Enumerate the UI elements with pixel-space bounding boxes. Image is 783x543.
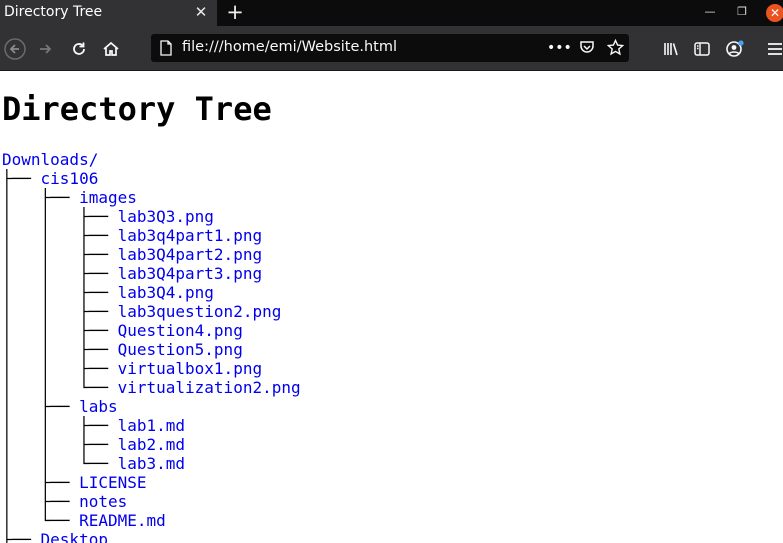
tab-strip: Directory Tree ✕ + — ❐ ✕ <box>0 0 783 26</box>
forward-arrow-icon[interactable] <box>35 38 57 60</box>
tree-row: │ └── README.md <box>2 511 301 530</box>
tree-row: │ │ ├── lab3question2.png <box>2 302 301 321</box>
tree-entry-link[interactable]: lab3Q4part2.png <box>118 245 263 264</box>
bookmark-star-icon[interactable] <box>606 38 624 57</box>
tree-row: │ │ ├── lab3q4part1.png <box>2 226 301 245</box>
pocket-icon[interactable] <box>578 39 596 57</box>
tree-branch: │ │ ├── <box>2 226 118 245</box>
tree-branch: │ │ ├── <box>2 435 118 454</box>
restore-window-icon[interactable]: ❐ <box>734 4 750 20</box>
tree-entry-link[interactable]: lab3Q4.png <box>118 283 214 302</box>
nav-toolbar: file:///home/emi/Website.html ••• <box>0 26 783 71</box>
tree-row: │ │ ├── lab3Q4.png <box>2 283 301 302</box>
menu-icon[interactable] <box>764 38 783 60</box>
tree-branch: │ │ ├── <box>2 264 118 283</box>
tree-row: │ │ ├── lab2.md <box>2 435 301 454</box>
tree-entry-link[interactable]: virtualization2.png <box>118 378 301 397</box>
directory-tree: Downloads/├── cis106 │ ├── images │ │ ├── … <box>2 150 301 543</box>
tree-row: │ │ ├── Question4.png <box>2 321 301 340</box>
tree-entry-link[interactable]: lab3Q3.png <box>118 207 214 226</box>
tree-entry-link[interactable]: lab3.md <box>118 454 185 473</box>
tree-row: │ │ ├── lab3Q3.png <box>2 207 301 226</box>
library-icon[interactable] <box>660 38 682 60</box>
tree-branch: ├── <box>2 169 41 188</box>
tree-entry-link[interactable]: LICENSE <box>79 473 146 492</box>
tree-branch: │ │ ├── <box>2 416 118 435</box>
tree-entry-link[interactable]: notes <box>79 492 127 511</box>
tree-entry-link[interactable]: Question5.png <box>118 340 243 359</box>
account-icon[interactable] <box>723 38 745 60</box>
tree-branch: │ ├── <box>2 473 80 492</box>
home-icon[interactable] <box>100 38 122 60</box>
tree-entry-link[interactable]: virtualbox1.png <box>118 359 263 378</box>
tree-row: ├── Desktop <box>2 530 301 543</box>
tree-branch: │ │ ├── <box>2 283 118 302</box>
tree-row: Downloads/ <box>2 150 301 169</box>
tree-branch: │ └── <box>2 511 80 530</box>
tree-row: │ │ └── lab3.md <box>2 454 301 473</box>
sidebar-icon[interactable] <box>691 38 713 60</box>
browser-tab[interactable]: Directory Tree ✕ <box>0 0 217 26</box>
tree-branch: │ │ ├── <box>2 359 118 378</box>
back-arrow-icon[interactable] <box>4 38 26 60</box>
tree-row: │ │ ├── Question5.png <box>2 340 301 359</box>
tree-entry-link[interactable]: lab3q4part1.png <box>118 226 263 245</box>
tree-branch: │ ├── <box>2 397 80 416</box>
tree-row: ├── cis106 <box>2 169 301 188</box>
tree-entry-link[interactable]: cis106 <box>41 169 99 188</box>
tree-branch: │ │ ├── <box>2 245 118 264</box>
page-title: Directory Tree <box>2 90 272 128</box>
minimize-window-icon[interactable]: — <box>702 4 718 20</box>
tree-entry-link[interactable]: Downloads/ <box>2 150 98 169</box>
url-bar[interactable]: file:///home/emi/Website.html ••• <box>151 34 629 62</box>
url-text[interactable]: file:///home/emi/Website.html <box>182 39 397 55</box>
tree-row: │ ├── LICENSE <box>2 473 301 492</box>
page-icon <box>159 40 173 56</box>
tree-entry-link[interactable]: Question4.png <box>118 321 243 340</box>
tree-row: │ ├── labs <box>2 397 301 416</box>
tree-row: │ ├── notes <box>2 492 301 511</box>
tree-row: │ │ ├── virtualbox1.png <box>2 359 301 378</box>
tree-entry-link[interactable]: Desktop <box>41 530 108 543</box>
tree-row: │ ├── images <box>2 188 301 207</box>
tree-entry-link[interactable]: README.md <box>79 511 166 530</box>
page-content: Directory Tree Downloads/├── cis106 │ ├──… <box>0 70 783 543</box>
tree-branch: │ │ ├── <box>2 207 118 226</box>
tree-branch: │ │ ├── <box>2 302 118 321</box>
tree-row: │ │ └── virtualization2.png <box>2 378 301 397</box>
tree-row: │ │ ├── lab1.md <box>2 416 301 435</box>
tree-row: │ │ ├── lab3Q4part2.png <box>2 245 301 264</box>
tree-branch: │ ├── <box>2 492 80 511</box>
tree-entry-link[interactable]: labs <box>79 397 118 416</box>
tree-branch: │ │ └── <box>2 454 118 473</box>
tree-branch: │ ├── <box>2 188 80 207</box>
tab-close-icon[interactable]: ✕ <box>192 3 210 21</box>
new-tab-button[interactable]: + <box>224 1 246 23</box>
tree-branch: │ │ ├── <box>2 340 118 359</box>
tree-branch: ├── <box>2 530 41 543</box>
tree-branch: │ │ ├── <box>2 321 118 340</box>
tab-title: Directory Tree <box>4 4 103 20</box>
tree-branch: │ │ └── <box>2 378 118 397</box>
tree-entry-link[interactable]: images <box>79 188 137 207</box>
tree-entry-link[interactable]: lab3Q4part3.png <box>118 264 263 283</box>
reload-icon[interactable] <box>68 38 90 60</box>
tree-entry-link[interactable]: lab1.md <box>118 416 185 435</box>
page-actions-icon[interactable]: ••• <box>547 39 572 57</box>
tree-entry-link[interactable]: lab3question2.png <box>118 302 282 321</box>
close-window-icon[interactable]: ✕ <box>766 4 783 22</box>
tree-row: │ │ ├── lab3Q4part3.png <box>2 264 301 283</box>
tree-entry-link[interactable]: lab2.md <box>118 435 185 454</box>
